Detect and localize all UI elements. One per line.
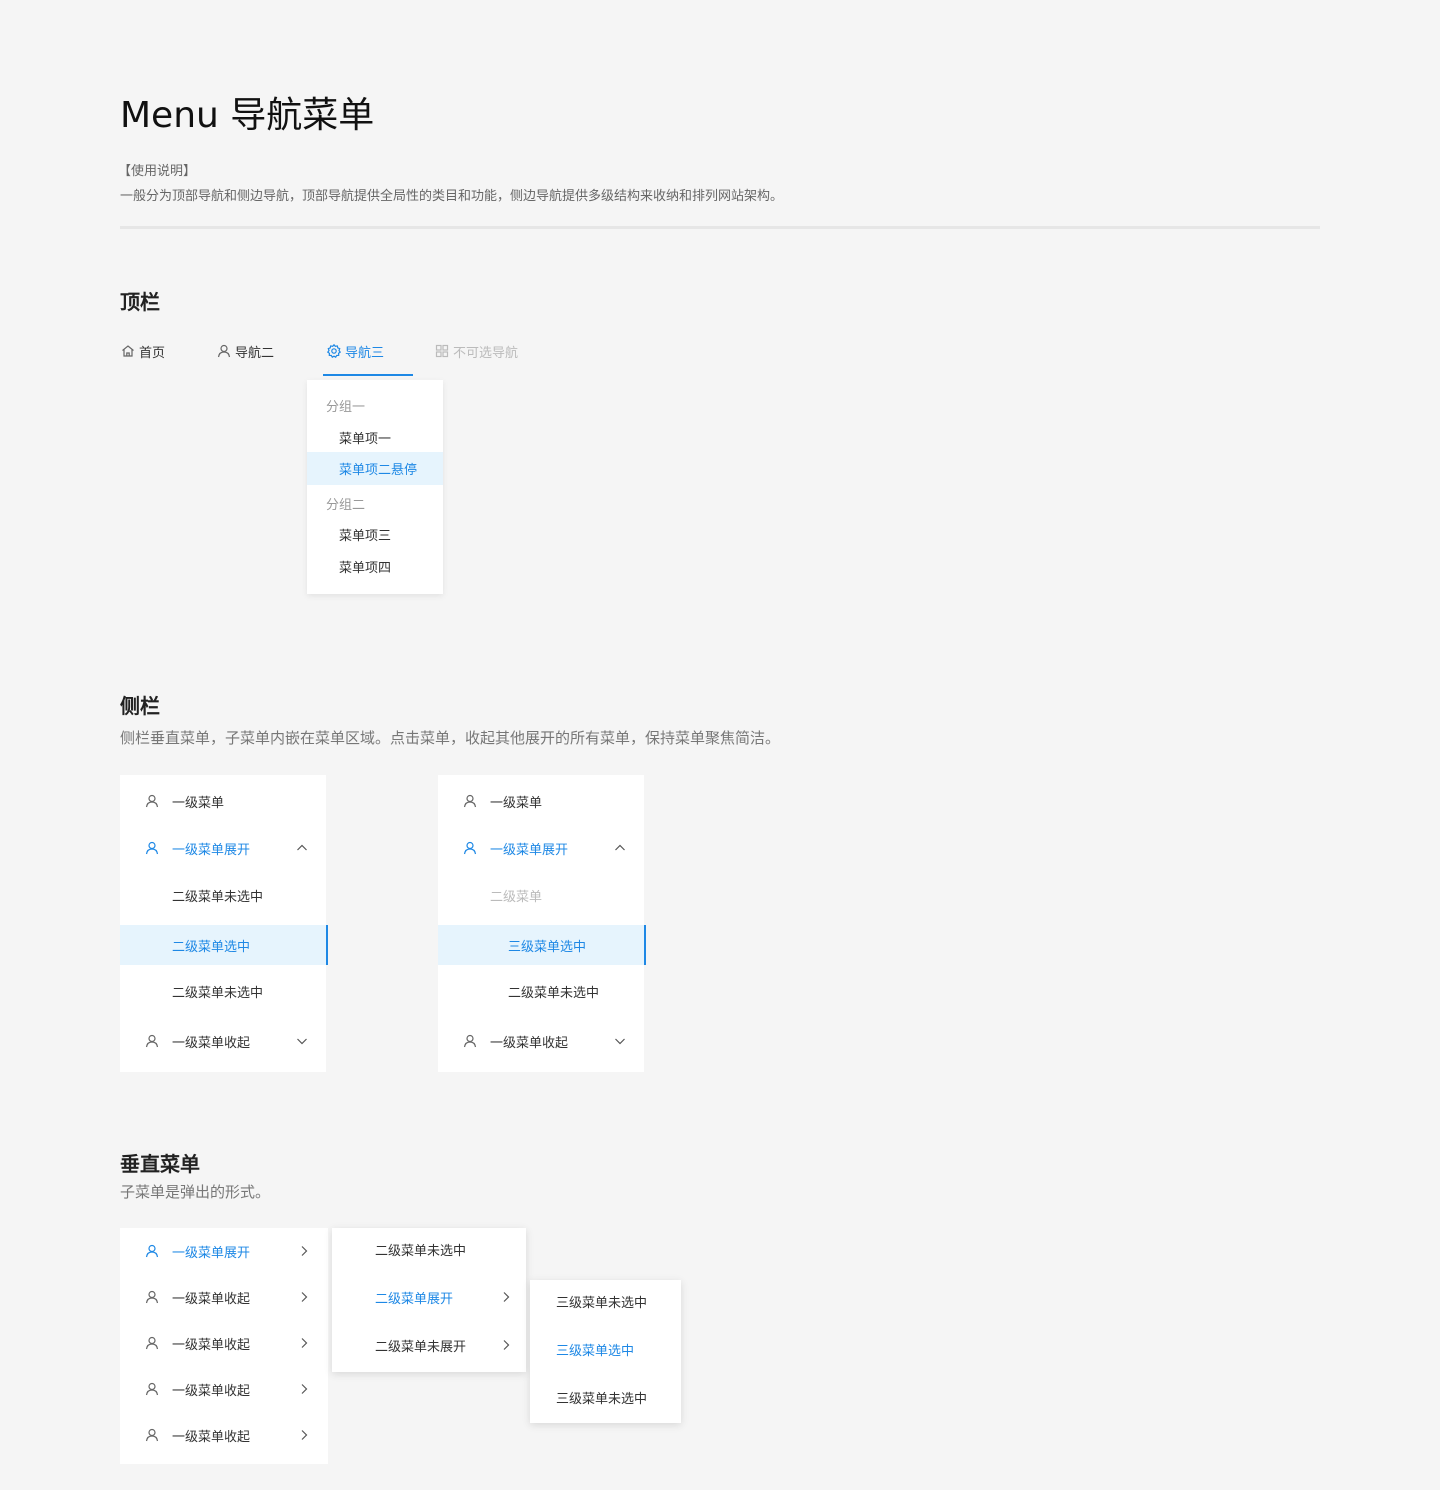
home-icon — [120, 343, 136, 359]
usage-label: 【使用说明】 — [118, 164, 197, 179]
dropdown-item-2[interactable]: 菜单项二悬停 — [307, 452, 443, 485]
submenu-item-label: 二级菜单未选中 — [375, 1243, 467, 1259]
vertical-item[interactable]: 一级菜单收起 — [120, 1366, 328, 1412]
sidebar-section-title: 侧栏 — [120, 694, 160, 718]
sidebar-subitem[interactable]: 二级菜单未选中 — [120, 968, 326, 1014]
usage-text: 一般分为顶部导航和侧边导航，顶部导航提供全局性的类目和功能，侧边导航提供多级结构… — [120, 189, 784, 204]
submenu-item-label: 二级菜单展开 — [375, 1291, 454, 1307]
vertical-item-label: 一级菜单收起 — [172, 1291, 251, 1307]
third-item-selected[interactable]: 三级菜单选中 — [530, 1326, 681, 1372]
submenu-item[interactable]: 二级菜单未展开 — [332, 1322, 526, 1368]
sidebar-item-collapsed[interactable]: 一级菜单收起 — [120, 1018, 326, 1064]
dropdown-group-1: 分组一 — [326, 399, 366, 415]
chevron-right-icon — [298, 1383, 310, 1395]
topnav-item-nav3[interactable]: 导航三 — [326, 341, 384, 361]
sidebar-third-item[interactable]: 二级菜单未选中 — [438, 968, 644, 1014]
user-icon — [462, 1033, 478, 1049]
third-item[interactable]: 三级菜单未选中 — [530, 1280, 681, 1322]
chevron-right-icon — [500, 1291, 512, 1303]
vertical-section-desc: 子菜单是弹出的形式。 — [120, 1183, 271, 1201]
topnav-label: 不可选导航 — [453, 345, 519, 361]
topnav-item-disabled: 不可选导航 — [434, 341, 518, 361]
chevron-right-icon — [298, 1337, 310, 1349]
topnav-label: 导航三 — [345, 345, 385, 361]
chevron-up-icon — [296, 842, 308, 854]
topbar-section-title: 顶栏 — [120, 290, 160, 314]
sidebar-subitem-selected[interactable]: 二级菜单选中 — [120, 925, 328, 965]
user-icon — [144, 1243, 160, 1259]
sidebar-item-label: 一级菜单 — [490, 795, 543, 811]
sidebar-item-label: 一级菜单展开 — [490, 842, 569, 858]
chevron-right-icon — [298, 1291, 310, 1303]
vertical-item-label: 一级菜单收起 — [172, 1337, 251, 1353]
topnav-label: 首页 — [139, 345, 166, 361]
vertical-submenu-level2: 二级菜单未选中 二级菜单展开 二级菜单未展开 — [332, 1228, 526, 1372]
user-icon — [216, 343, 232, 359]
grid-icon — [434, 343, 450, 359]
user-icon — [144, 1033, 160, 1049]
dropdown-item-1[interactable]: 菜单项一 — [307, 421, 443, 453]
chevron-up-icon — [614, 842, 626, 854]
sidebar-section-desc: 侧栏垂直菜单，子菜单内嵌在菜单区域。点击菜单，收起其他展开的所有菜单，保持菜单聚… — [120, 729, 781, 747]
sidebar-subitem[interactable]: 二级菜单未选中 — [120, 872, 326, 918]
user-icon — [144, 793, 160, 809]
sidebar-menu-a: 一级菜单 一级菜单展开 二级菜单未选中 二级菜单选中 二级菜单未选中 一级菜单收… — [120, 775, 328, 1072]
dropdown-group-2: 分组二 — [326, 497, 366, 513]
user-icon — [144, 840, 160, 856]
vertical-item[interactable]: 一级菜单收起 — [120, 1274, 328, 1320]
sidebar-subitem-disabled: 二级菜单 — [490, 889, 543, 905]
sidebar-item-label: 一级菜单 — [172, 795, 225, 811]
chevron-right-icon — [500, 1339, 512, 1351]
sidebar-third-item-selected[interactable]: 三级菜单选中 — [438, 925, 646, 965]
user-icon — [462, 793, 478, 809]
sidebar-item-label: 一级菜单展开 — [172, 842, 251, 858]
active-tab-underline — [323, 374, 413, 376]
gear-icon — [326, 343, 342, 359]
topnav-item-nav2[interactable]: 导航二 — [216, 341, 274, 361]
chevron-right-icon — [298, 1429, 310, 1441]
vertical-item[interactable]: 一级菜单收起 — [120, 1412, 328, 1458]
sidebar-item-collapsed[interactable]: 一级菜单收起 — [438, 1018, 644, 1064]
user-icon — [144, 1381, 160, 1397]
sidebar-item-expanded[interactable]: 一级菜单展开 — [120, 825, 326, 871]
submenu-item-label: 二级菜单未展开 — [375, 1339, 467, 1355]
vertical-section-title: 垂直菜单 — [120, 1152, 200, 1176]
chevron-down-icon — [296, 1035, 308, 1047]
user-icon — [144, 1289, 160, 1305]
divider — [120, 226, 1320, 229]
topnav-item-home[interactable]: 首页 — [120, 341, 165, 361]
chevron-right-icon — [298, 1245, 310, 1257]
vertical-menu-level1: 一级菜单展开 一级菜单收起 一级菜单收起 一级菜单收起 一级菜单收起 — [120, 1228, 328, 1464]
dropdown-item-3[interactable]: 菜单项三 — [307, 518, 443, 550]
third-item[interactable]: 三级菜单未选中 — [530, 1374, 681, 1420]
sidebar-item-expanded[interactable]: 一级菜单展开 — [438, 825, 644, 871]
topnav-dropdown: 分组一 菜单项一 菜单项二悬停 分组二 菜单项三 菜单项四 — [307, 380, 443, 594]
vertical-item-label: 一级菜单收起 — [172, 1429, 251, 1445]
vertical-item-expanded[interactable]: 一级菜单展开 — [120, 1228, 328, 1274]
vertical-item[interactable]: 一级菜单收起 — [120, 1320, 328, 1366]
sidebar-item[interactable]: 一级菜单 — [120, 779, 326, 823]
sidebar-item-label: 一级菜单收起 — [172, 1035, 251, 1051]
page-title: Menu 导航菜单 — [120, 95, 375, 136]
topnav-label: 导航二 — [235, 345, 275, 361]
vertical-submenu-level3: 三级菜单未选中 三级菜单选中 三级菜单未选中 — [530, 1280, 681, 1423]
submenu-item[interactable]: 二级菜单未选中 — [332, 1228, 526, 1270]
user-icon — [462, 840, 478, 856]
submenu-item-expanded[interactable]: 二级菜单展开 — [332, 1274, 526, 1320]
vertical-item-label: 一级菜单展开 — [172, 1245, 251, 1261]
user-icon — [144, 1335, 160, 1351]
dropdown-item-4[interactable]: 菜单项四 — [307, 550, 443, 582]
sidebar-item-label: 一级菜单收起 — [490, 1035, 569, 1051]
sidebar-item[interactable]: 一级菜单 — [438, 779, 644, 823]
user-icon — [144, 1427, 160, 1443]
chevron-down-icon — [614, 1035, 626, 1047]
vertical-item-label: 一级菜单收起 — [172, 1383, 251, 1399]
sidebar-menu-b: 一级菜单 一级菜单展开 二级菜单 三级菜单选中 二级菜单未选中 一级菜单收起 — [438, 775, 646, 1072]
